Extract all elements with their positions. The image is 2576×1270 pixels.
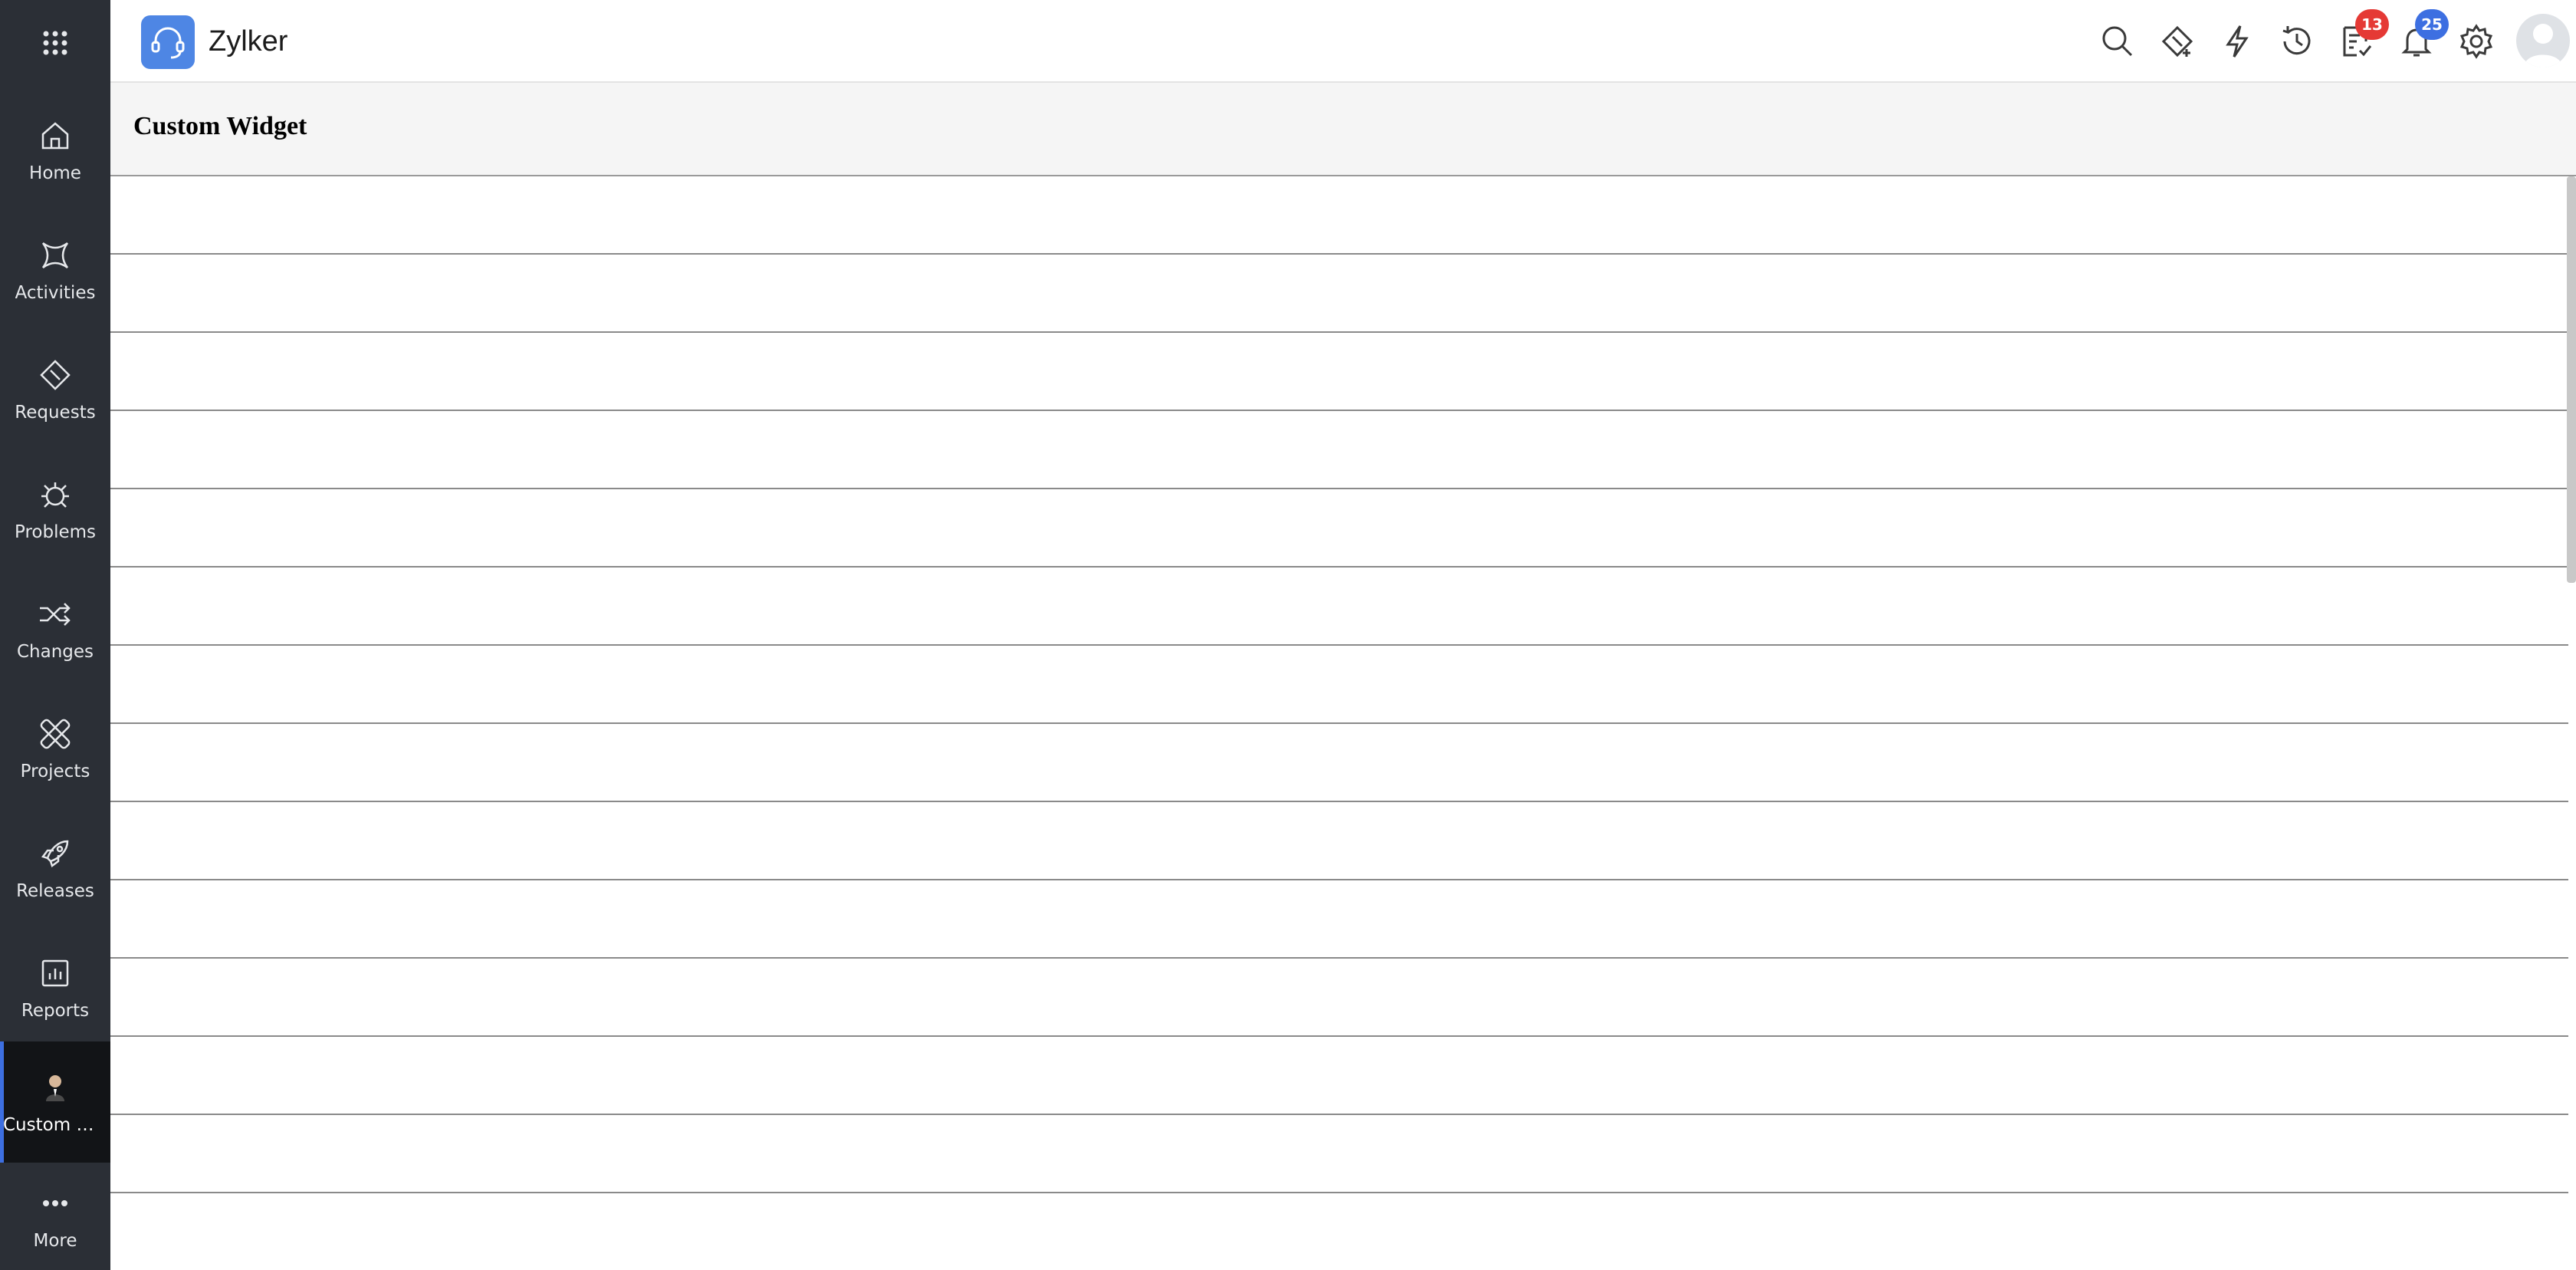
- top-header: Zylker 13 25: [110, 0, 2576, 83]
- brand-logo[interactable]: [141, 15, 195, 69]
- sidebar-item-requests[interactable]: Requests: [0, 330, 110, 449]
- row-divider: [110, 801, 2568, 802]
- rocket-icon: [41, 840, 69, 868]
- row-divider: [110, 331, 2568, 333]
- sidebar-item-changes[interactable]: Changes: [0, 569, 110, 689]
- sidebar-item-label: Home: [29, 163, 81, 183]
- widget-content: [110, 176, 2576, 1270]
- row-divider: [110, 957, 2568, 959]
- sidebar-item-custom-widget[interactable]: Custom Wi...: [0, 1041, 110, 1163]
- row-divider: [110, 722, 2568, 724]
- sidebar-item-reports[interactable]: Reports: [0, 928, 110, 1048]
- home-icon: [41, 122, 69, 150]
- sidebar-item-projects[interactable]: Projects: [0, 689, 110, 808]
- sidebar-item-label: Requests: [15, 403, 96, 423]
- ticket-icon: [40, 360, 71, 390]
- app-name: Zylker: [209, 25, 288, 58]
- custom-widget-avatar-icon: [46, 1075, 64, 1101]
- sidebar-item-label: Problems: [14, 522, 96, 542]
- headset-icon: [151, 27, 185, 59]
- apps-grid-button[interactable]: [0, 0, 110, 86]
- sidebar-item-more[interactable]: More: [0, 1166, 110, 1270]
- sidebar-item-home[interactable]: Home: [0, 90, 110, 210]
- sidebar-item-label: Reports: [21, 1001, 90, 1021]
- sidebar-item-releases[interactable]: Releases: [0, 808, 110, 928]
- notifications-count-badge: 25: [2415, 9, 2449, 40]
- tasks-button[interactable]: 13: [2338, 9, 2389, 60]
- reports-icon: [41, 959, 69, 987]
- bug-icon: [41, 482, 69, 508]
- history-icon[interactable]: [2279, 23, 2315, 60]
- activities-icon: [41, 242, 69, 269]
- row-divider: [110, 488, 2568, 489]
- row-divider: [110, 644, 2568, 646]
- sidebar: Home Activities Requests Problems Change…: [0, 0, 110, 1270]
- lightning-icon[interactable]: [2219, 23, 2256, 60]
- sidebar-item-label: Projects: [20, 762, 90, 781]
- sidebar-item-label: Activities: [15, 283, 96, 303]
- tasks-count-badge: 13: [2355, 9, 2389, 40]
- apps-grid-icon: [43, 31, 67, 55]
- sidebar-item-label: Custom Wi...: [3, 1115, 107, 1135]
- row-divider: [110, 566, 2568, 568]
- user-silhouette-icon: [2524, 24, 2562, 67]
- sidebar-item-label: More: [33, 1231, 77, 1251]
- projects-icon: [40, 719, 71, 749]
- user-avatar[interactable]: [2516, 14, 2570, 67]
- notifications-button[interactable]: 25: [2398, 9, 2449, 60]
- row-divider: [110, 1035, 2568, 1037]
- gear-icon[interactable]: [2458, 23, 2495, 60]
- page-header: Custom Widget: [110, 83, 2576, 176]
- scrollbar-thumb[interactable]: [2567, 176, 2576, 583]
- search-icon[interactable]: [2099, 23, 2136, 60]
- row-divider: [110, 410, 2568, 411]
- sidebar-item-label: Changes: [16, 642, 94, 662]
- sidebar-item-problems[interactable]: Problems: [0, 449, 110, 569]
- shuffle-icon: [40, 603, 71, 626]
- sidebar-item-activities[interactable]: Activities: [0, 210, 110, 330]
- row-divider: [110, 1192, 2568, 1193]
- row-divider: [110, 253, 2568, 255]
- ticket-add-icon[interactable]: [2159, 23, 2196, 60]
- row-divider: [110, 879, 2568, 880]
- more-dots-icon: [43, 1200, 67, 1206]
- row-divider: [110, 1114, 2568, 1115]
- sidebar-item-label: Releases: [16, 881, 94, 901]
- page-title: Custom Widget: [133, 112, 307, 140]
